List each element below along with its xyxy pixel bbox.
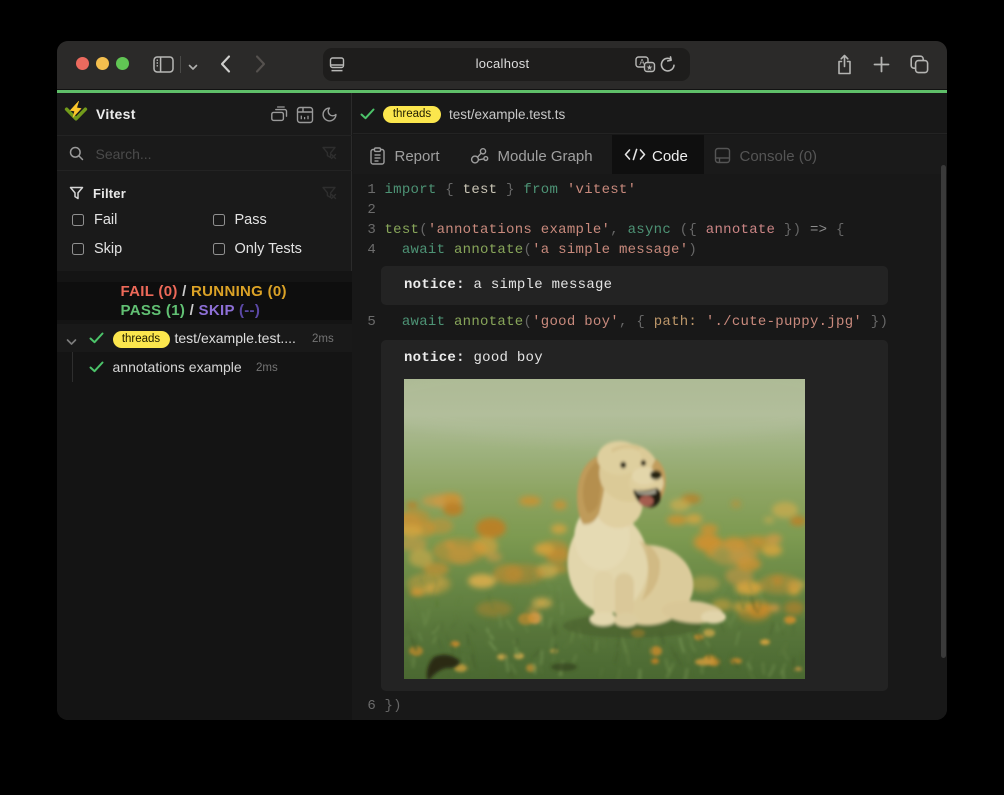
svg-text:★: ★ [646,63,653,72]
